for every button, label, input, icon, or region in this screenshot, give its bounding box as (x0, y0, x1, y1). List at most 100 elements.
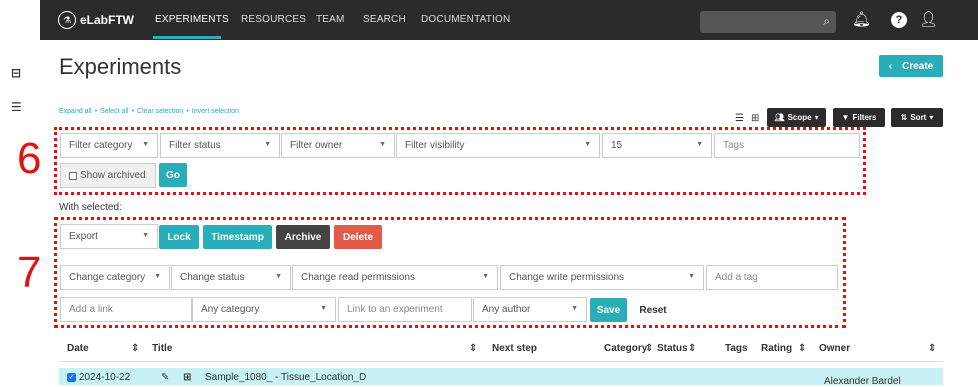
brand-name: eLabFTW (80, 13, 134, 27)
nav-search[interactable]: SEARCH (363, 14, 406, 25)
row-checkbox[interactable]: ✓ (67, 372, 76, 382)
change-read-value: Change read permissions (301, 272, 415, 283)
column-header-owner[interactable]: Owner (819, 343, 850, 354)
sort-icon[interactable]: ⇕ (688, 343, 696, 354)
column-header-tags[interactable]: Tags (725, 343, 748, 354)
change-write-permissions-select[interactable]: Change write permissions ▼ (500, 265, 704, 290)
caret-down-icon: ▼ (688, 273, 695, 280)
show-archived-checkbox[interactable]: Show archived (60, 163, 156, 188)
tags-filter-input[interactable]: Tags (714, 133, 860, 158)
column-header-category[interactable]: Category (604, 343, 647, 354)
column-header-rating[interactable]: Rating (761, 343, 792, 354)
results-limit-select[interactable]: 15 ▼ (602, 133, 712, 158)
nav-team[interactable]: TEAM (316, 14, 345, 25)
expand-icon[interactable]: ⊞ (183, 372, 191, 383)
results-limit-value: 15 (611, 140, 623, 151)
caret-down-icon: ▾ (929, 113, 934, 122)
timestamp-button[interactable]: Timestamp (203, 225, 272, 249)
reset-button[interactable]: Reset (631, 298, 675, 322)
brand-logo[interactable]: ⚗ eLabFTW (58, 8, 134, 32)
date-header-label: Date (67, 343, 89, 354)
sort-icon[interactable]: ⇕ (645, 343, 653, 354)
nav-documentation[interactable]: DOCUMENTATION (421, 14, 510, 25)
nav-resources[interactable]: RESOURCES (241, 14, 306, 25)
list-view-icon[interactable]: ☰ (735, 113, 744, 124)
sort-icon[interactable]: ⇕ (798, 343, 806, 354)
link-experiment-input[interactable]: Link to an experiment (338, 297, 472, 322)
filter-visibility-select[interactable]: Filter visibility ▼ (396, 133, 600, 158)
change-status-value: Change status (180, 272, 245, 283)
show-archived-label: Show archived (80, 170, 146, 181)
link-category-select[interactable]: Any category ▼ (192, 297, 336, 322)
filter-icon: ▼ (841, 113, 850, 122)
caret-down-icon: ▼ (696, 141, 703, 148)
change-read-permissions-select[interactable]: Change read permissions ▼ (292, 265, 498, 290)
help-icon[interactable]: ? (891, 12, 907, 28)
sort-icon[interactable]: ⇕ (469, 343, 477, 354)
filters-button[interactable]: ▼ Filters (833, 108, 885, 127)
checkbox-box[interactable] (69, 171, 77, 180)
change-status-select[interactable]: Change status ▼ (171, 265, 291, 290)
sort-button[interactable]: ⇅ Sort ▾ (891, 108, 943, 127)
add-tag-placeholder: Add a tag (715, 272, 758, 283)
pencil-icon[interactable]: ✎ (161, 372, 169, 383)
sort-icon[interactable]: ⇕ (131, 343, 139, 354)
caret-down-icon: ▼ (142, 232, 149, 239)
filter-category-select[interactable]: Filter category ▼ (60, 133, 158, 158)
any-author-value: Any author (482, 304, 531, 315)
row-owner: Alexander Bardel (824, 376, 901, 387)
column-header-next-step[interactable]: Next step (492, 343, 537, 354)
caret-down-icon: ▼ (275, 273, 282, 280)
save-button[interactable]: Save (590, 298, 627, 322)
annotation-number-7: 7 (17, 248, 42, 297)
scope-label: Scope (787, 113, 812, 122)
sort-label: Sort (910, 113, 927, 122)
caret-down-icon: ▼ (584, 141, 591, 148)
add-link-input[interactable]: Add a link (60, 297, 192, 322)
sort-icon[interactable]: ⇕ (928, 343, 936, 354)
archive-button[interactable]: Archive (276, 225, 330, 249)
lock-button[interactable]: Lock (159, 225, 199, 249)
row-date: 2024-10-22 (79, 372, 131, 383)
select-all-link[interactable]: Select all (100, 108, 128, 115)
grid-view-icon[interactable]: ⊞ (751, 113, 759, 124)
author-select[interactable]: Any author ▼ (473, 297, 587, 322)
invert-selection-link[interactable]: Invert selection (192, 108, 239, 115)
table-row[interactable] (59, 368, 943, 385)
caret-down-icon: ▼ (379, 141, 386, 148)
user-icon[interactable]: 👤︎ (919, 10, 938, 28)
selection-links: Expand all • Select all • Clear selection •… (59, 108, 239, 115)
scope-button[interactable]: 👥︎ Scope ▾ (767, 108, 826, 127)
expand-all-link[interactable]: Expand all (59, 108, 92, 115)
add-tag-input[interactable]: Add a tag (706, 265, 838, 290)
row-title[interactable]: Sample_1080_ - Tissue_Location_D (205, 372, 366, 383)
clear-selection-link[interactable]: Clear selection (137, 108, 183, 115)
filter-owner-select[interactable]: Filter owner ▼ (281, 133, 395, 158)
column-header-status[interactable]: Status (657, 343, 688, 354)
tree-icon[interactable]: ⊟ (11, 66, 21, 80)
change-category-select[interactable]: Change category ▼ (60, 265, 170, 290)
filter-status-value: Filter status (169, 140, 221, 151)
with-selected-label: With selected: (59, 202, 122, 213)
filter-status-select[interactable]: Filter status ▼ (160, 133, 280, 158)
global-search-input[interactable]: ⌕ (700, 11, 836, 33)
chevron-left-icon: ‹ (888, 60, 893, 72)
delete-button[interactable]: Delete (334, 225, 382, 249)
go-button[interactable]: Go (159, 163, 187, 187)
export-select[interactable]: Export ▼ (60, 224, 158, 249)
nav-experiments[interactable]: EXPERIMENTS (155, 14, 229, 25)
table-header-divider (59, 361, 943, 362)
todo-list-icon[interactable]: ☰ (11, 100, 22, 114)
caret-down-icon: ▼ (482, 273, 489, 280)
caret-down-icon: ▼ (320, 305, 327, 312)
bell-icon[interactable]: 🔔︎ (852, 10, 871, 28)
row-date-cell[interactable]: ✓ 2024-10-22 (67, 372, 130, 383)
create-label: Create (902, 60, 934, 72)
create-button[interactable]: ‹ Create (879, 55, 943, 77)
column-header-title[interactable]: Title (152, 343, 172, 354)
export-value: Export (69, 231, 98, 242)
filters-label: Filters (852, 113, 877, 122)
column-header-date[interactable]: Date (67, 343, 89, 354)
caret-down-icon: ▾ (814, 113, 819, 122)
page-title: Experiments (59, 54, 182, 79)
